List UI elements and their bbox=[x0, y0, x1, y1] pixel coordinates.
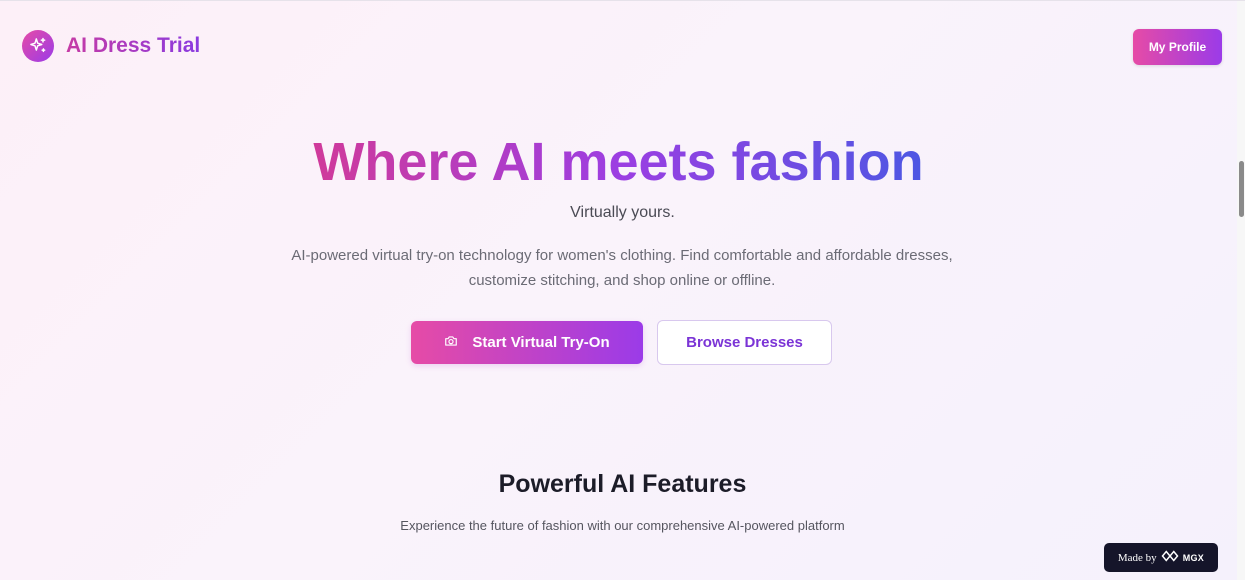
hero-title: Where AI meets fashion bbox=[0, 129, 1237, 195]
mgx-logo-icon bbox=[1161, 550, 1179, 565]
vertical-scrollbar[interactable] bbox=[1237, 1, 1245, 580]
made-by-mgx-badge[interactable]: Made by MGX bbox=[1104, 543, 1218, 572]
features-title: Powerful AI Features bbox=[498, 470, 747, 498]
my-profile-button[interactable]: My Profile bbox=[1133, 29, 1222, 65]
hero-tagline: Virtually yours. bbox=[570, 204, 675, 221]
made-by-label: Made by bbox=[1117, 551, 1157, 564]
camera-icon bbox=[444, 334, 458, 352]
brand-name: AI Dress Trial bbox=[66, 34, 201, 57]
start-virtual-try-on-button[interactable]: Start Virtual Try-On bbox=[411, 321, 643, 364]
scrollbar-thumb[interactable] bbox=[1239, 161, 1244, 217]
hero-description: AI-powered virtual try-on technology for… bbox=[291, 247, 953, 289]
browse-dresses-button[interactable]: Browse Dresses bbox=[657, 320, 832, 365]
brand[interactable]: AI Dress Trial bbox=[22, 30, 200, 62]
mgx-label: MGX bbox=[1182, 552, 1205, 563]
features-subtitle: Experience the future of fashion with ou… bbox=[400, 518, 845, 533]
start-virtual-try-on-label: Start Virtual Try-On bbox=[472, 334, 610, 351]
sparkles-icon bbox=[22, 30, 54, 62]
site-header: AI Dress Trial My Profile bbox=[0, 1, 1237, 91]
hero-title-text: Where AI meets fashion bbox=[313, 132, 924, 192]
